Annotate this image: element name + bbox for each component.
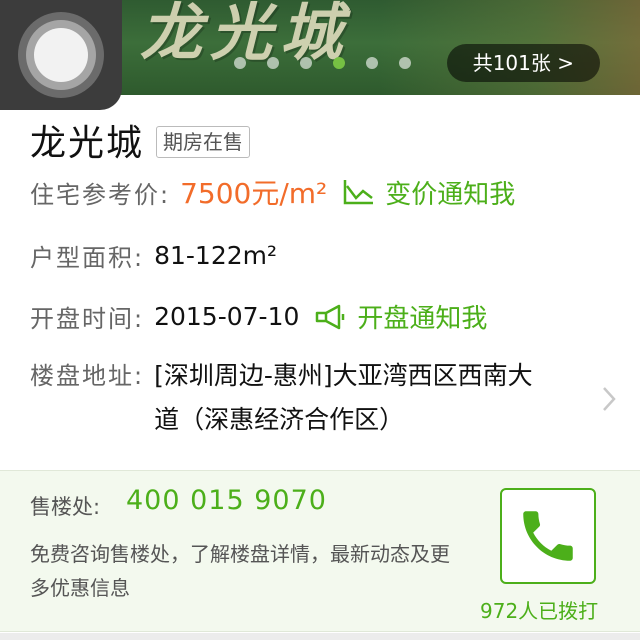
bottom-divider xyxy=(0,633,640,640)
carousel-dot[interactable] xyxy=(399,57,411,69)
assistive-touch-icon[interactable] xyxy=(0,0,122,110)
area-row: 户型面积: 81-122m² xyxy=(30,238,277,273)
call-button[interactable] xyxy=(500,488,596,584)
property-title-row: 龙光城 期房在售 xyxy=(30,114,251,166)
address-row[interactable]: 楼盘地址: [深圳周边-惠州]大亚湾西区西南大道（深惠经济合作区） xyxy=(30,356,554,442)
address-label: 楼盘地址: xyxy=(30,362,145,390)
area-value: 81-122m² xyxy=(154,241,278,270)
carousel-dot[interactable] xyxy=(234,57,246,69)
chevron-right-icon[interactable] xyxy=(602,386,616,412)
address-value: [深圳周边-惠州]大亚湾西区西南大道（深惠经济合作区） xyxy=(154,361,533,434)
opening-row: 开盘时间: 2015-07-10 开盘通知我 xyxy=(30,298,487,335)
carousel-dots xyxy=(234,57,411,69)
phone-icon xyxy=(523,511,573,561)
sales-description: 免费咨询售楼处，了解楼盘详情，最新动态及更多优惠信息 xyxy=(30,542,450,600)
price-value: 7500元/m² xyxy=(180,177,328,210)
photo-count-button[interactable]: 共101张 > xyxy=(446,44,600,82)
carousel-dot-active[interactable] xyxy=(333,57,345,69)
opening-label: 开盘时间: xyxy=(30,305,145,333)
megaphone-icon xyxy=(316,304,345,329)
carousel-dot[interactable] xyxy=(366,57,378,69)
opening-notify-button[interactable]: 开盘通知我 xyxy=(315,298,487,335)
price-label: 住宅参考价: xyxy=(30,180,171,209)
status-badge: 期房在售 xyxy=(156,126,251,158)
trend-chart-icon xyxy=(344,180,374,205)
carousel-dot[interactable] xyxy=(300,57,312,69)
call-count: 972人已拨打 xyxy=(480,599,599,623)
opening-notify-label: 开盘通知我 xyxy=(357,304,488,334)
price-row: 住宅参考价: 7500元/m² 变价通知我 xyxy=(30,172,515,212)
price-change-notify-button[interactable]: 变价通知我 xyxy=(343,174,515,211)
price-notify-label: 变价通知我 xyxy=(385,179,516,210)
opening-value: 2015-07-10 xyxy=(154,302,300,331)
assistive-touch-inner-ring xyxy=(34,28,88,82)
sales-office-section: 售楼处: 400 015 9070 免费咨询售楼处，了解楼盘详情，最新动态及更多… xyxy=(0,470,640,632)
sales-office-label: 售楼处: xyxy=(30,495,101,519)
sales-phone-number[interactable]: 400 015 9070 xyxy=(126,485,327,516)
carousel-dot[interactable] xyxy=(267,57,279,69)
area-label: 户型面积: xyxy=(30,244,145,272)
property-name: 龙光城 xyxy=(30,123,145,164)
